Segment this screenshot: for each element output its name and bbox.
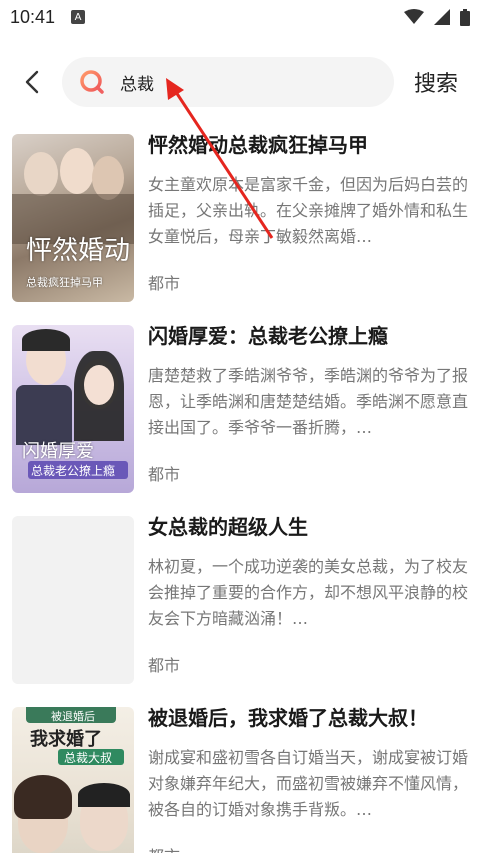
- battery-icon: [460, 8, 470, 26]
- list-item[interactable]: 怦然婚动 总裁疯狂掉马甲 怦然婚动总裁疯狂掉马甲 女主童欢原本是富家千金，但因为…: [12, 130, 468, 321]
- book-cover: 怦然婚动 总裁疯狂掉马甲: [12, 134, 134, 302]
- cover-title: 闪婚厚爱: [22, 441, 94, 462]
- cover-subtitle: 总裁疯狂掉马甲: [26, 276, 103, 289]
- chevron-left-icon: [25, 70, 39, 94]
- cover-title: 我求婚了: [30, 729, 102, 750]
- book-info: 闪婚厚爱：总裁老公撩上瘾 唐楚楚救了季皓渊爷爷，季皓渊的爷爷为了报恩，让季皓渊和…: [148, 321, 468, 512]
- book-info: 怦然婚动总裁疯狂掉马甲 女主童欢原本是富家千金，但因为后妈白芸的插足，父亲出轨。…: [148, 130, 468, 321]
- search-query-text: 总裁: [120, 74, 154, 95]
- book-title: 被退婚后，我求婚了总裁大叔！: [148, 706, 428, 730]
- cover-subtitle: 总裁大叔: [64, 751, 113, 765]
- book-cover: 闪婚厚爱 总裁老公撩上瘾: [12, 325, 134, 493]
- book-cover-placeholder: [12, 516, 134, 684]
- status-bar: 10:41 A: [0, 0, 480, 34]
- book-title: 女总裁的超级人生: [148, 515, 308, 539]
- book-title: 怦然婚动总裁疯狂掉马甲: [148, 133, 368, 157]
- notification-icon: A: [71, 10, 86, 24]
- back-button[interactable]: [12, 60, 52, 104]
- search-results-list: 怦然婚动 总裁疯狂掉马甲 怦然婚动总裁疯狂掉马甲 女主童欢原本是富家千金，但因为…: [0, 130, 480, 853]
- signal-icon: [434, 9, 450, 25]
- book-info: 被退婚后，我求婚了总裁大叔！ 谢成宴和盛初雪各自订婚当天，谢成宴被订婚对象嫌弃年…: [148, 703, 468, 853]
- book-info: 女总裁的超级人生 林初夏，一个成功逆袭的美女总裁，为了校友会推掉了重要的合作方，…: [148, 512, 468, 703]
- book-genre: 都市: [148, 465, 181, 484]
- list-item[interactable]: 被退婚后 我求婚了 总裁大叔 被退婚后，我求婚了总裁大叔！ 谢成宴和盛初雪各自订…: [12, 703, 468, 853]
- search-icon: [78, 68, 106, 96]
- status-time: 10:41: [10, 6, 56, 27]
- search-header: 总裁 搜索: [0, 34, 480, 130]
- list-item[interactable]: 女总裁的超级人生 林初夏，一个成功逆袭的美女总裁，为了校友会推掉了重要的合作方，…: [12, 512, 468, 703]
- book-description: 谢成宴和盛初雪各自订婚当天，谢成宴被订婚对象嫌弃年纪大，而盛初雪被嫌弃不懂风情，…: [148, 748, 468, 819]
- search-button[interactable]: 搜索: [404, 66, 468, 98]
- cover-subtitle: 总裁老公撩上瘾: [30, 464, 115, 478]
- book-description: 唐楚楚救了季皓渊爷爷，季皓渊的爷爷为了报恩，让季皓渊和唐楚楚结婚。季皓渊不愿意直…: [148, 366, 468, 437]
- search-input[interactable]: 总裁: [62, 57, 394, 107]
- book-title: 闪婚厚爱：总裁老公撩上瘾: [148, 324, 388, 348]
- book-genre: 都市: [148, 274, 181, 293]
- cover-title: 怦然婚动: [26, 236, 131, 266]
- book-genre: 都市: [148, 843, 468, 853]
- book-description: 女主童欢原本是富家千金，但因为后妈白芸的插足，父亲出轨。在父亲摊牌了婚外情和私生…: [148, 175, 468, 246]
- list-item[interactable]: 闪婚厚爱 总裁老公撩上瘾 闪婚厚爱：总裁老公撩上瘾 唐楚楚救了季皓渊爷爷，季皓渊…: [12, 321, 468, 512]
- book-description: 林初夏，一个成功逆袭的美女总裁，为了校友会推掉了重要的合作方，却不想风平浪静的校…: [148, 557, 468, 628]
- book-genre: 都市: [148, 656, 181, 675]
- book-cover: 被退婚后 我求婚了 总裁大叔: [12, 707, 134, 853]
- cover-top-text: 被退婚后: [51, 710, 95, 723]
- wifi-icon: [404, 9, 424, 24]
